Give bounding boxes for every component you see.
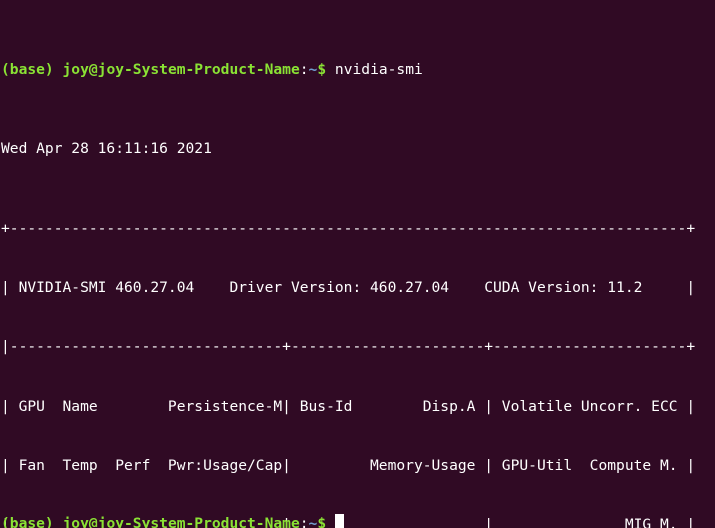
next-prompt-env-prefix: (base) xyxy=(1,515,63,528)
smi-border-top: +---------------------------------------… xyxy=(1,219,696,237)
text-cursor[interactable] xyxy=(334,514,344,528)
prompt-dollar: $ xyxy=(317,61,327,79)
prompt-user-host: joy@joy-System-Product-Name xyxy=(62,61,300,79)
prompt-env-prefix: (base) xyxy=(1,61,63,79)
smi-col-header-1: | GPU Name Persistence-M| Bus-Id Disp.A … xyxy=(1,397,696,415)
next-prompt-colon: : xyxy=(299,515,309,528)
prompt-line: (base) joy@joy-System-Product-Name:~$ nv… xyxy=(1,60,695,80)
next-prompt-line: (base) joy@joy-System-Product-Name:~$ xyxy=(1,514,344,528)
next-prompt-user-host: joy@joy-System-Product-Name xyxy=(62,515,300,528)
terminal-screen: (base) joy@joy-System-Product-Name:~$ nv… xyxy=(1,1,695,528)
smi-divider-1: |-------------------------------+-------… xyxy=(1,338,696,356)
smi-header-line: | NVIDIA-SMI 460.27.04 Driver Version: 4… xyxy=(1,278,696,296)
prompt-colon: : xyxy=(299,61,309,79)
smi-col-header-2: | Fan Temp Perf Pwr:Usage/Cap| Memory-Us… xyxy=(1,456,696,474)
prompt-command: nvidia-smi xyxy=(326,61,423,79)
terminal-window[interactable]: (base) joy@joy-System-Product-Name:~$ nv… xyxy=(0,0,715,528)
next-prompt-dollar: $ xyxy=(317,515,327,528)
timestamp-line: Wed Apr 28 16:11:16 2021 xyxy=(1,140,212,158)
